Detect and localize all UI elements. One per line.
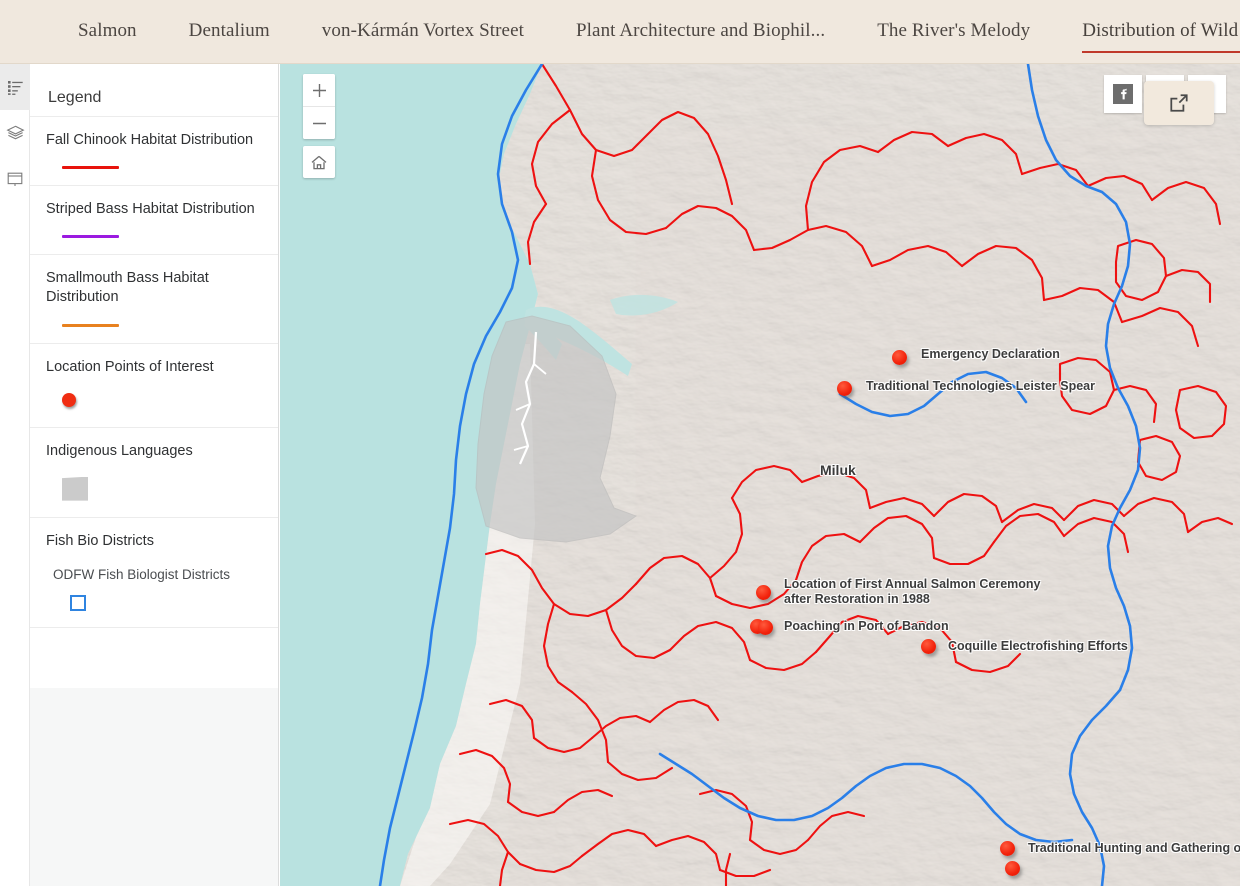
legend-item-label: Fish Bio Districts: [46, 532, 154, 549]
top-navigation-bar: Salmon Dentalium von-Kármán Vortex Street P…: [0, 0, 1240, 64]
legend-item[interactable]: Smallmouth Bass Habitat Distribution: [30, 255, 278, 344]
map-place-label: Miluk: [820, 462, 856, 478]
map-point-label: Poaching in Port of Bandon: [784, 619, 949, 633]
map-point-label: Emergency Declaration: [921, 347, 1060, 361]
map-marker-pin[interactable]: [1005, 861, 1020, 876]
rail-item-layers[interactable]: [0, 110, 30, 156]
legend-panel-filler: [30, 688, 279, 886]
map-point-label: Traditional Hunting and Gathering of Lam…: [1028, 841, 1240, 855]
legend-item[interactable]: Indigenous Languages: [30, 428, 278, 518]
legend-symbol-wrap: [46, 235, 262, 239]
legend-polygon-swatch: [62, 476, 88, 501]
map-marker-pin[interactable]: [892, 350, 907, 365]
map-marker-pin[interactable]: [756, 585, 771, 600]
map-point-label: Location of First Annual Salmon Ceremony…: [784, 577, 1041, 606]
map-application: Salmon Dentalium von-Kármán Vortex Street P…: [0, 0, 1240, 886]
legend-item-list: Fall Chinook Habitat Distribution Striped…: [30, 116, 278, 628]
layers-icon: [5, 124, 25, 143]
nav-tab-4[interactable]: Plant Architecture and Biophil...: [576, 20, 825, 44]
nav-tab-list: Salmon Dentalium von-Kármán Vortex Street P…: [0, 0, 1240, 64]
legend-item-label: Location Points of Interest: [46, 358, 214, 375]
map-point-label: Traditional Technologies Leister Spear: [866, 379, 1095, 393]
legend-panel-title: Legend: [48, 89, 102, 106]
media-icon: [6, 170, 24, 188]
legend-item[interactable]: Location Points of Interest: [30, 344, 278, 428]
legend-item-label: Fall Chinook Habitat Distribution: [46, 132, 254, 148]
nav-tab-1[interactable]: Salmon: [78, 20, 137, 44]
rail-item-legend[interactable]: [0, 64, 30, 110]
legend-symbol-wrap: [46, 594, 262, 611]
map-point-label: Coquille Electrofishing Efforts: [948, 639, 1128, 653]
nav-tab-3[interactable]: von-Kármán Vortex Street: [322, 20, 524, 44]
legend-line-swatch: [62, 235, 119, 239]
legend-icon: [7, 79, 24, 96]
legend-item[interactable]: Striped Bass Habitat Distribution: [30, 186, 278, 256]
legend-line-swatch: [62, 323, 119, 327]
legend-line-swatch: [62, 166, 119, 170]
nav-tab-5[interactable]: The River's Melody: [877, 20, 1030, 44]
legend-item-label: Indigenous Languages: [46, 442, 193, 459]
map-label-layer: Miluk Emergency Declaration Traditional Te…: [280, 64, 1240, 886]
legend-symbol-wrap: [46, 323, 262, 327]
legend-item[interactable]: Fall Chinook Habitat Distribution: [30, 117, 278, 187]
map-marker-pin[interactable]: [921, 639, 936, 654]
nav-tab-6[interactable]: Distribution of Wild Chinook S...: [1082, 20, 1240, 53]
legend-item-label: Smallmouth Bass Habitat Distribution: [46, 270, 209, 306]
legend-symbol-wrap: [46, 166, 262, 170]
legend-item[interactable]: Fish Bio Districts ODFW Fish Biologist Di…: [30, 518, 278, 628]
map-marker-pin[interactable]: [758, 620, 773, 635]
legend-item-label: Striped Bass Habitat Distribution: [46, 201, 255, 218]
legend-box-swatch: [70, 594, 86, 611]
nav-tab-2[interactable]: Dentalium: [189, 20, 270, 44]
rail-item-media[interactable]: [0, 156, 30, 202]
content-area: Legend Fall Chinook Habitat Distribution…: [0, 64, 1240, 886]
legend-symbol-wrap: [46, 392, 262, 407]
legend-symbol-wrap: [46, 476, 262, 501]
map-marker-pin[interactable]: [837, 381, 852, 396]
tool-rail: [0, 64, 30, 886]
map-canvas[interactable]: Miluk Emergency Declaration Traditional Te…: [280, 64, 1240, 886]
legend-item-sublabel: ODFW Fish Biologist Districts: [53, 566, 231, 582]
map-marker-pin[interactable]: [1000, 841, 1015, 856]
legend-dot-swatch: [62, 392, 76, 407]
legend-panel: Legend Fall Chinook Habitat Distribution…: [30, 64, 279, 688]
